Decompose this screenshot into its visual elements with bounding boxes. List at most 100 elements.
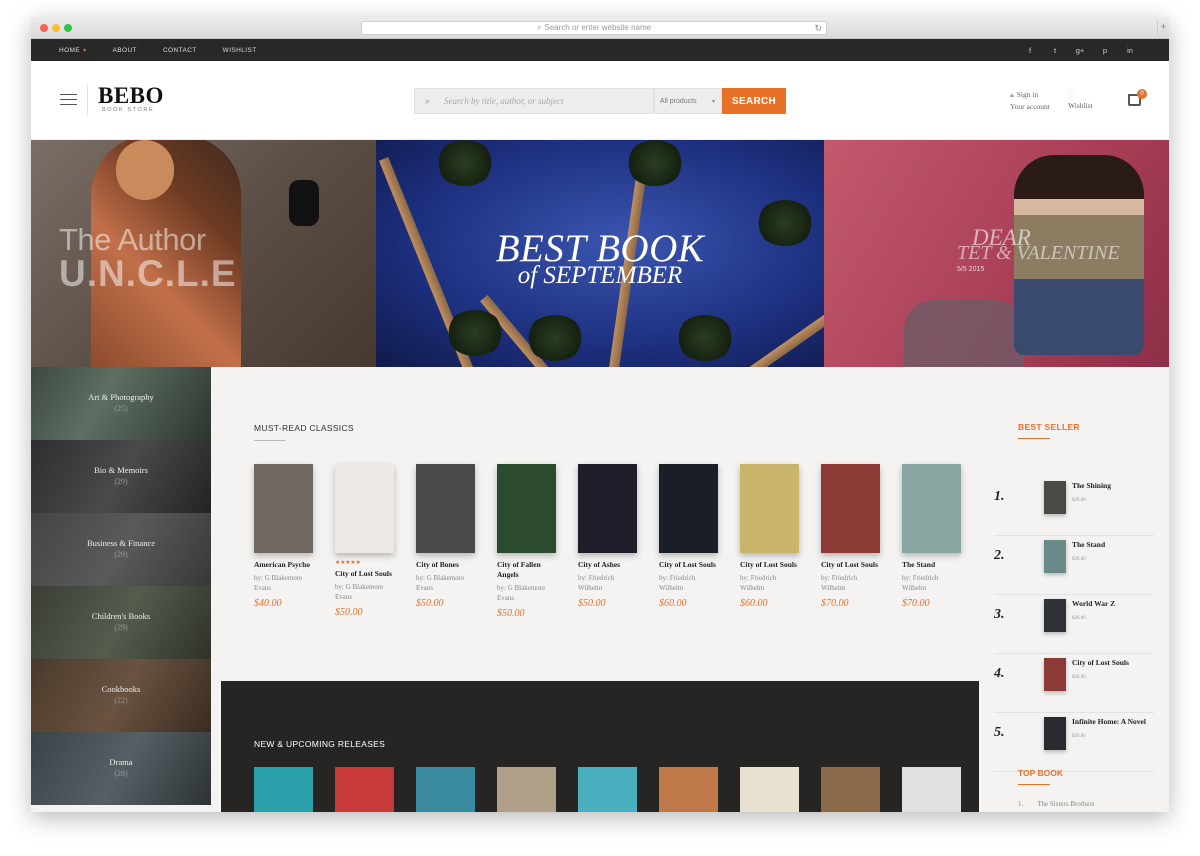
book-title[interactable]: City of Lost Souls <box>335 569 395 579</box>
cart-icon[interactable]: 0 <box>1128 89 1147 106</box>
search-icon: ⌕ <box>536 23 542 32</box>
category-art-photography[interactable]: Art & Photography (25) <box>31 367 211 440</box>
new-release-cover[interactable] <box>659 767 718 812</box>
palm-crown <box>526 315 584 361</box>
book-card[interactable]: City of Lost Souls by: Friedrich Wilhelm $… <box>659 464 719 609</box>
book-cover[interactable] <box>659 464 718 553</box>
nav-contact[interactable]: CONTACT <box>163 47 197 54</box>
book-card[interactable]: The Stand by: Friedrich Wilhelm $70.00 <box>902 464 962 609</box>
book-price: $50.00 <box>578 598 606 609</box>
book-card[interactable]: City of Lost Souls by: Friedrich Wilhelm $… <box>821 464 881 609</box>
category-drama[interactable]: Drama (28) <box>31 732 211 805</box>
best-seller-title[interactable]: City of Lost Souls <box>1072 658 1129 667</box>
new-release-cover[interactable] <box>902 767 961 812</box>
book-cover[interactable] <box>902 464 961 553</box>
banner-valentine[interactable]: DEAR TET & VALENTINE 5/5 2015 <box>824 140 1169 367</box>
book-title[interactable]: City of Fallen Angels <box>497 560 557 580</box>
facebook-icon[interactable]: f <box>1025 46 1035 55</box>
close-window-button[interactable] <box>40 24 48 32</box>
book-cover[interactable] <box>254 464 313 553</box>
best-seller-item[interactable]: 1. The Shining $20.00 <box>994 477 1154 536</box>
book-title[interactable]: City of Bones <box>416 560 476 570</box>
banner-valentine-date: 5/5 2015 <box>957 266 985 273</box>
best-seller-title[interactable]: Infinite Home: A Novel <box>1072 717 1146 726</box>
book-title[interactable]: City of Lost Souls <box>821 560 881 570</box>
site-header: BEBO BOOK STORE ⌕ Search by title, author… <box>31 61 1169 140</box>
top-book-item[interactable]: 1. The Sisters Brothers <box>1018 800 1094 808</box>
nav-home[interactable]: HOME ▾ <box>59 47 87 54</box>
top-book-rank: 1. <box>1018 800 1024 808</box>
new-release-cover[interactable] <box>254 767 313 812</box>
new-release-cover[interactable] <box>497 767 556 812</box>
best-seller-title[interactable]: The Shining <box>1072 481 1111 490</box>
site-logo[interactable]: BEBO BOOK STORE <box>87 83 164 115</box>
banner-author-line2: U.N.C.L.E <box>59 253 237 294</box>
google-plus-icon[interactable]: g+ <box>1075 46 1085 55</box>
new-release-cover[interactable] <box>416 767 475 812</box>
new-release-cover[interactable] <box>821 767 880 812</box>
category-childrens-books[interactable]: Children's Books (29) <box>31 586 211 659</box>
pinterest-icon[interactable]: p <box>1100 46 1110 55</box>
best-seller-item[interactable]: 5. Infinite Home: A Novel $20.00 <box>994 713 1154 772</box>
nav-wishlist[interactable]: WISHLIST <box>223 47 257 54</box>
book-cover[interactable] <box>335 464 394 553</box>
book-title[interactable]: City of Lost Souls <box>659 560 719 570</box>
category-cookbooks[interactable]: Cookbooks (22) <box>31 659 211 732</box>
best-seller-item[interactable]: 4. City of Lost Souls $20.00 <box>994 654 1154 713</box>
account-link[interactable]: 🔒︎ Sign in Your account <box>1010 89 1050 112</box>
best-seller-rank: 2. <box>994 548 1005 563</box>
book-price: $50.00 <box>416 598 444 609</box>
search-input[interactable]: ⌕ Search by title, author, or subject <box>414 88 654 114</box>
banner-blanket <box>904 300 1024 367</box>
best-seller-item[interactable]: 2. The Stand $20.00 <box>994 536 1154 595</box>
book-author: by: Friedrich Wilhelm <box>821 574 858 592</box>
book-card[interactable]: City of Ashes by: Friedrich Wilhelm $50.00 <box>578 464 638 609</box>
wishlist-link[interactable]: ♡ Wishlist <box>1068 89 1093 111</box>
book-title[interactable]: City of Lost Souls <box>740 560 800 570</box>
category-select[interactable]: All products ▾ <box>654 88 722 114</box>
logo-title: BEBO <box>98 83 164 108</box>
book-title[interactable]: City of Ashes <box>578 560 638 570</box>
category-business-finance[interactable]: Business & Finance (29) <box>31 513 211 586</box>
best-seller-item[interactable]: 3. World War Z $20.00 <box>994 595 1154 654</box>
best-seller-thumbnail[interactable] <box>1044 481 1066 514</box>
book-card[interactable]: City of Fallen Angels by: G Blakemore Eva… <box>497 464 557 619</box>
best-seller-thumbnail[interactable] <box>1044 599 1066 632</box>
book-title[interactable]: American Psycho <box>254 560 314 570</box>
best-seller-thumbnail[interactable] <box>1044 540 1066 573</box>
new-tab-icon[interactable]: + <box>1157 21 1169 35</box>
twitter-icon[interactable]: t <box>1050 46 1060 55</box>
nav-about[interactable]: ABOUT <box>113 47 137 54</box>
book-card[interactable]: City of Bones by: G Blakemore Evans $50.00 <box>416 464 476 609</box>
best-seller-thumbnail[interactable] <box>1044 658 1066 691</box>
top-book-heading: TOP BOOK <box>1018 768 1063 785</box>
book-card[interactable]: American Psycho by: G Blakemore Evans $40.… <box>254 464 314 609</box>
menu-icon[interactable] <box>60 94 77 109</box>
category-count: (29) <box>114 623 128 632</box>
book-card[interactable]: City of Lost Souls by: Friedrich Wilhelm $… <box>740 464 800 609</box>
minimize-window-button[interactable] <box>52 24 60 32</box>
book-cover[interactable] <box>821 464 880 553</box>
address-bar[interactable]: ⌕ Search or enter website name ↻ <box>361 21 827 35</box>
new-release-cover[interactable] <box>578 767 637 812</box>
book-cover[interactable] <box>416 464 475 553</box>
book-cover[interactable] <box>740 464 799 553</box>
best-seller-title[interactable]: World War Z <box>1072 599 1115 608</box>
best-seller-title[interactable]: The Stand <box>1072 540 1105 549</box>
reload-icon[interactable]: ↻ <box>814 22 822 34</box>
book-title[interactable]: The Stand <box>902 560 962 570</box>
maximize-window-button[interactable] <box>64 24 72 32</box>
category-bio-memoirs[interactable]: Bio & Memoirs (29) <box>31 440 211 513</box>
book-cover[interactable] <box>578 464 637 553</box>
browser-chrome: ⌕ Search or enter website name ↻ + <box>31 17 1169 39</box>
banner-author[interactable]: The Author U.N.C.L.E <box>31 140 376 367</box>
new-release-cover[interactable] <box>740 767 799 812</box>
search-button[interactable]: SEARCH <box>722 88 786 114</box>
new-release-cover[interactable] <box>335 767 394 812</box>
linkedin-icon[interactable]: in <box>1125 46 1135 55</box>
banner-best-book[interactable]: BEST BOOK of SEPTEMBER <box>376 140 824 367</box>
best-seller-thumbnail[interactable] <box>1044 717 1066 750</box>
book-card[interactable]: ★★★★★ City of Lost Souls by: G Blakemore E… <box>335 464 395 618</box>
category-count: (29) <box>114 550 128 559</box>
book-cover[interactable] <box>497 464 556 553</box>
